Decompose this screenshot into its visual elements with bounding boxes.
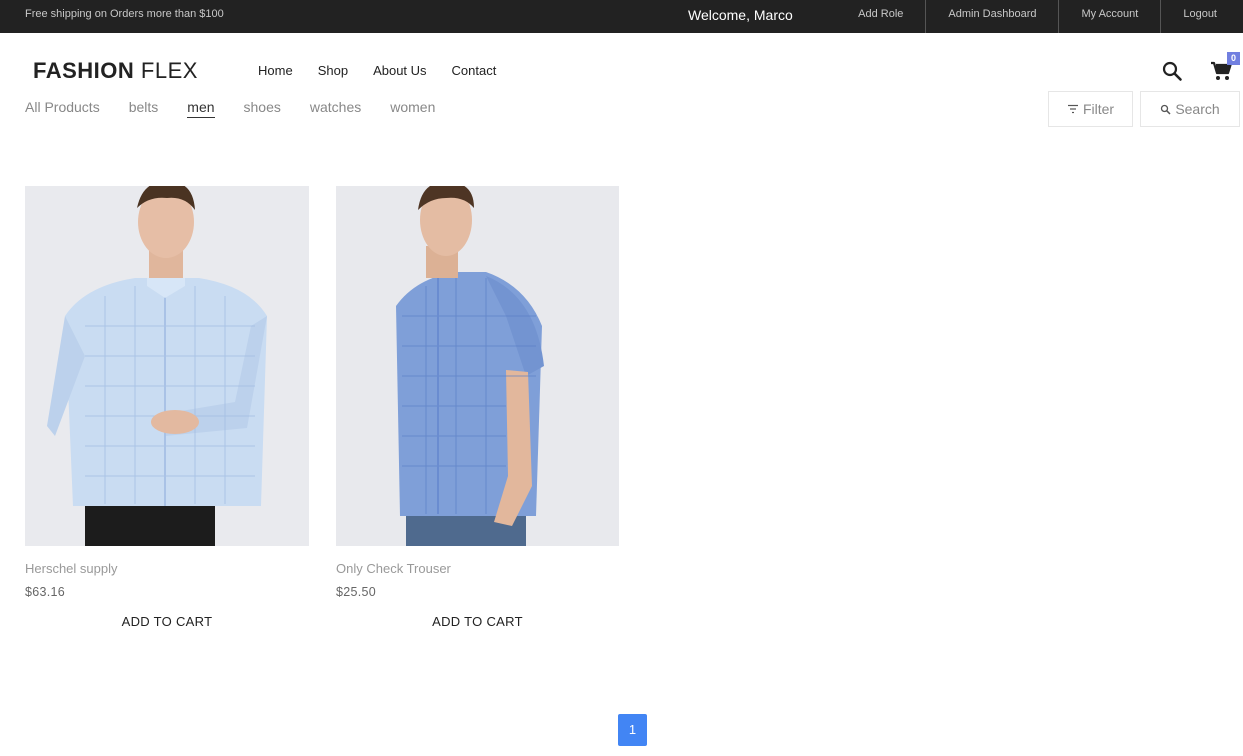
logo-light-text: FLEX: [140, 58, 198, 83]
search-label: Search: [1175, 101, 1220, 117]
logout-link[interactable]: Logout: [1160, 0, 1243, 33]
product-photo-men-shirt: [25, 186, 309, 546]
add-to-cart-button[interactable]: ADD TO CART: [336, 614, 619, 629]
nav-contact[interactable]: Contact: [452, 63, 497, 78]
main-nav: Home Shop About Us Contact: [258, 63, 521, 78]
logo-bold-text: FASHION: [33, 58, 135, 83]
filter-icon: [1067, 104, 1078, 114]
category-shoes[interactable]: shoes: [244, 99, 281, 118]
product-name[interactable]: Only Check Trouser: [336, 561, 619, 576]
product-card: Only Check Trouser $25.50 ADD TO CART: [336, 186, 619, 629]
cart-count-badge: 0: [1227, 52, 1240, 65]
category-all-products[interactable]: All Products: [25, 99, 100, 118]
search-toggle-button[interactable]: Search: [1140, 91, 1240, 127]
admin-dashboard-link[interactable]: Admin Dashboard: [925, 0, 1058, 33]
category-women[interactable]: women: [390, 99, 435, 118]
shipping-notice: Free shipping on Orders more than $100: [25, 8, 224, 20]
site-logo[interactable]: FASHION FLEX: [33, 58, 198, 84]
product-name[interactable]: Herschel supply: [25, 561, 309, 576]
nav-home[interactable]: Home: [258, 63, 293, 78]
product-price: $25.50: [336, 585, 377, 599]
filter-button[interactable]: Filter: [1048, 91, 1133, 127]
top-bar: Free shipping on Orders more than $100 W…: [0, 0, 1243, 33]
product-price: $63.16: [25, 585, 66, 599]
search-icon[interactable]: [1161, 60, 1183, 82]
product-image[interactable]: [25, 186, 309, 546]
nav-about-us[interactable]: About Us: [373, 63, 426, 78]
category-filter: All Products belts men shoes watches wom…: [25, 99, 464, 118]
account-links: Add Role Admin Dashboard My Account Logo…: [836, 0, 1243, 33]
category-watches[interactable]: watches: [310, 99, 361, 118]
nav-shop[interactable]: Shop: [318, 63, 348, 78]
category-belts[interactable]: belts: [129, 99, 159, 118]
product-image[interactable]: [336, 186, 619, 546]
my-account-link[interactable]: My Account: [1058, 0, 1160, 33]
welcome-text: Welcome, Marco: [688, 7, 793, 23]
search-small-icon: [1161, 104, 1171, 115]
product-card: Herschel supply $63.16 ADD TO CART: [25, 186, 309, 629]
pagination-page-1[interactable]: 1: [618, 714, 647, 746]
category-men[interactable]: men: [187, 99, 215, 118]
add-to-cart-button[interactable]: ADD TO CART: [25, 614, 309, 629]
add-role-link[interactable]: Add Role: [836, 0, 925, 33]
product-photo-men-shirt: [336, 186, 619, 546]
filter-label: Filter: [1082, 101, 1115, 117]
